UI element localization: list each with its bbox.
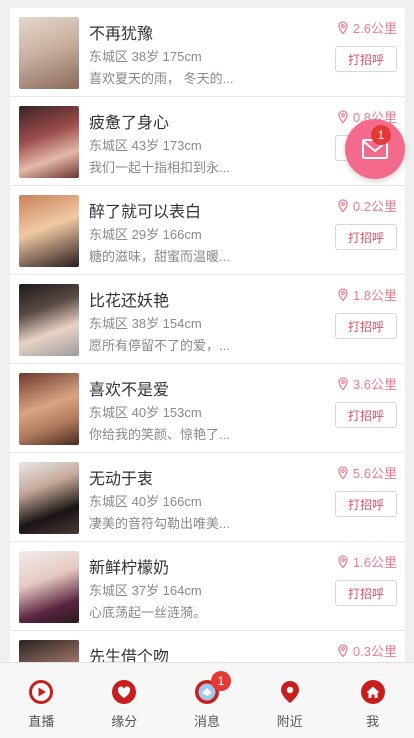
location-pin-icon	[280, 681, 299, 703]
user-meta: 东城区 40岁 153cm	[89, 405, 202, 420]
greet-button[interactable]: 打招呼	[335, 402, 397, 428]
greet-button[interactable]: 打招呼	[335, 491, 397, 517]
avatar	[19, 284, 79, 356]
user-bio: 心底荡起一丝涟漪。	[89, 605, 207, 620]
tab-live[interactable]: 直播	[0, 663, 83, 738]
tab-label: 消息	[193, 714, 220, 729]
location-pin-icon	[338, 465, 348, 479]
list-item[interactable]: 不再犹豫 东城区 38岁 175cm 喜欢夏天的雨， 冬天的... 2.6公里 …	[10, 8, 405, 97]
distance: 5.6公里	[337, 463, 397, 482]
user-name: 无动于衷	[89, 471, 154, 488]
distance-text: 1.6公里	[352, 555, 397, 570]
distance: 2.6公里	[337, 18, 397, 37]
greet-button[interactable]: 打招呼	[335, 224, 397, 250]
people-list: 不再犹豫 东城区 38岁 175cm 喜欢夏天的雨， 冬天的... 2.6公里 …	[10, 8, 405, 720]
distance-text: 0.2公里	[352, 199, 397, 214]
play-icon	[29, 680, 54, 704]
location-pin-icon	[338, 287, 348, 301]
heart-icon	[112, 680, 137, 704]
message-fab-button[interactable]: 1	[345, 119, 405, 179]
user-name: 新鲜柠檬奶	[89, 560, 170, 577]
distance-text: 0.3公里	[352, 644, 397, 659]
list-item[interactable]: 醉了就可以表白 东城区 29岁 166cm 糖的滋味，甜蜜而温暖... 0.2公…	[10, 186, 405, 275]
unread-badge: 1	[371, 125, 391, 145]
avatar	[19, 17, 79, 89]
location-pin-icon	[338, 554, 348, 568]
avatar	[19, 106, 79, 178]
user-meta: 东城区 38岁 175cm	[89, 49, 202, 64]
distance-text: 1.8公里	[352, 288, 397, 303]
user-meta: 东城区 43岁 173cm	[89, 138, 202, 153]
home-icon	[360, 680, 385, 704]
user-name: 比花还妖艳	[89, 293, 170, 310]
location-pin-icon	[338, 20, 348, 34]
distance: 3.6公里	[337, 374, 397, 393]
tab-label: 我	[366, 714, 380, 729]
user-name: 醉了就可以表白	[89, 204, 202, 221]
location-pin-icon	[338, 109, 348, 123]
avatar	[19, 462, 79, 534]
list-item[interactable]: 无动于衷 东城区 40岁 166cm 凄美的音符勾勒出唯美... 5.6公里 打…	[10, 453, 405, 542]
tab-label: 直播	[28, 714, 55, 729]
distance-text: 3.6公里	[352, 377, 397, 392]
list-item[interactable]: 新鲜柠檬奶 东城区 37岁 164cm 心底荡起一丝涟漪。 1.6公里 打招呼	[10, 542, 405, 631]
distance: 1.6公里	[337, 552, 397, 571]
user-bio: 愿所有停留不了的爱，...	[89, 338, 230, 353]
user-bio: 凄美的音符勾勒出唯美...	[89, 516, 230, 531]
distance: 0.2公里	[337, 196, 397, 215]
avatar	[19, 373, 79, 445]
user-bio: 糖的滋味，甜蜜而温暖...	[89, 249, 230, 264]
location-pin-icon	[338, 643, 348, 657]
greet-button[interactable]: 打招呼	[335, 580, 397, 606]
user-meta: 东城区 37岁 164cm	[89, 583, 202, 598]
user-bio: 你给我的笑颜、惊艳了...	[89, 427, 230, 442]
list-item[interactable]: 喜欢不是爱 东城区 40岁 153cm 你给我的笑颜、惊艳了... 3.6公里 …	[10, 364, 405, 453]
distance-text: 5.6公里	[352, 466, 397, 481]
message-badge: 1	[210, 671, 231, 691]
tab-messages[interactable]: 1 消息	[166, 663, 249, 738]
tab-label: 附近	[276, 714, 303, 729]
user-meta: 东城区 38岁 154cm	[89, 316, 202, 331]
user-bio: 喜欢夏天的雨， 冬天的...	[89, 71, 234, 86]
distance: 0.3公里	[337, 641, 397, 660]
tab-fate[interactable]: 缘分	[83, 663, 166, 738]
list-item[interactable]: 比花还妖艳 东城区 38岁 154cm 愿所有停留不了的爱，... 1.8公里 …	[10, 275, 405, 364]
avatar	[19, 551, 79, 623]
avatar	[19, 195, 79, 267]
user-meta: 东城区 40岁 166cm	[89, 494, 202, 509]
greet-button[interactable]: 打招呼	[335, 313, 397, 339]
distance-text: 2.6公里	[352, 21, 397, 36]
tab-label: 缘分	[111, 714, 138, 729]
user-name: 喜欢不是爱	[89, 382, 170, 399]
user-name: 不再犹豫	[89, 26, 154, 43]
bottom-tab-bar: 直播 缘分 1 消息 附近 我	[0, 662, 414, 738]
tab-nearby[interactable]: 附近	[248, 663, 331, 738]
greet-button[interactable]: 打招呼	[335, 46, 397, 72]
distance: 1.8公里	[337, 285, 397, 304]
user-meta: 东城区 29岁 166cm	[89, 227, 202, 242]
location-pin-icon	[338, 198, 348, 212]
user-name: 疲惫了身心	[89, 115, 170, 132]
tab-me[interactable]: 我	[331, 663, 414, 738]
location-pin-icon	[338, 376, 348, 390]
user-bio: 我们一起十指相扣到永...	[89, 160, 230, 175]
